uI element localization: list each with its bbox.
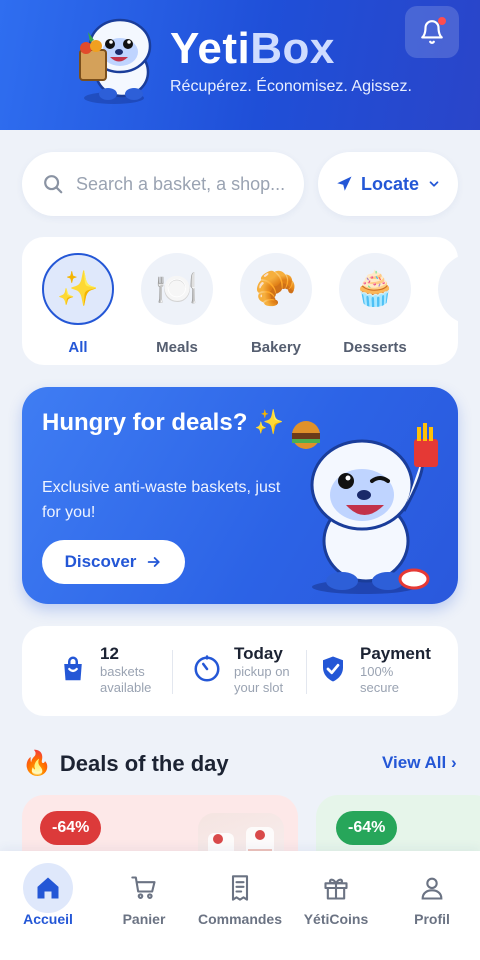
info-line2: available bbox=[100, 680, 152, 695]
home-icon bbox=[23, 863, 73, 913]
discount-badge: -64% bbox=[336, 811, 398, 845]
promo-subtitle: Exclusive anti-waste baskets, just for y… bbox=[42, 479, 281, 521]
divider bbox=[172, 650, 173, 694]
nav-label: Accueil bbox=[23, 911, 73, 927]
bag-icon bbox=[64, 656, 82, 681]
app-header: YetiBox Récupérez. Économisez. Agissez. bbox=[0, 0, 480, 130]
fire-icon: 🔥 bbox=[22, 750, 52, 777]
receipt-icon bbox=[215, 863, 265, 913]
search-bar[interactable] bbox=[22, 152, 304, 216]
cart-icon bbox=[119, 863, 169, 913]
brand-name: YetiBox bbox=[170, 24, 335, 74]
nav-label: Panier bbox=[122, 911, 166, 927]
nav-label: YétiCoins bbox=[303, 911, 369, 927]
shield-check-icon bbox=[323, 656, 343, 682]
info-baskets: 12 baskets available bbox=[58, 644, 151, 696]
sparkles-icon: ✨ bbox=[42, 253, 114, 325]
cupcake-icon: 🧁 bbox=[339, 253, 411, 325]
search-icon bbox=[44, 175, 63, 194]
cup-icon: ☕ bbox=[438, 253, 458, 325]
search-input[interactable] bbox=[76, 173, 296, 195]
category-label: Bakery bbox=[250, 339, 302, 356]
gift-icon bbox=[311, 863, 361, 913]
info-payment: Payment 100% secure bbox=[318, 644, 431, 696]
category-desserts[interactable]: 🧁 Desserts bbox=[339, 253, 411, 356]
discover-label: Discover bbox=[64, 552, 137, 571]
info-line1: 100% bbox=[360, 664, 394, 679]
locate-label: Locate bbox=[360, 173, 420, 194]
nav-label: Profil bbox=[414, 911, 450, 927]
locate-button[interactable]: Locate bbox=[318, 152, 458, 216]
info-title: Today bbox=[234, 644, 283, 663]
deals-header: 🔥 Deals of the day bbox=[22, 749, 229, 778]
arrow-right-icon bbox=[148, 557, 161, 567]
discount-badge: -64% bbox=[40, 811, 102, 845]
info-pickup: Today pickup on your slot bbox=[192, 644, 290, 696]
notifications-button[interactable] bbox=[405, 6, 459, 58]
info-line1: baskets bbox=[100, 664, 145, 679]
info-title: Payment bbox=[360, 644, 431, 663]
croissant-icon: 🥐 bbox=[240, 253, 312, 325]
brand-part-box: Box bbox=[250, 24, 335, 73]
info-title: 12 bbox=[100, 644, 119, 663]
section-title: Deals of the day bbox=[59, 750, 229, 776]
category-bakery[interactable]: 🥐 Bakery bbox=[240, 253, 312, 356]
category-strip: ✨ All 🍽️ Meals 🥐 Bakery 🧁 Desserts ☕ C bbox=[22, 237, 458, 365]
category-meals[interactable]: 🍽️ Meals bbox=[141, 253, 213, 356]
category-label: Desserts bbox=[343, 339, 407, 356]
nav-profil[interactable]: Profil bbox=[384, 863, 480, 927]
category-label: Meals bbox=[156, 339, 198, 356]
nav-label: Commandes bbox=[197, 911, 283, 927]
yeti-logo-mascot bbox=[66, 10, 162, 108]
bottom-navigation: Accueil Panier Commandes YétiCoins Profi… bbox=[0, 851, 480, 960]
category-label: C bbox=[438, 339, 458, 356]
nav-commandes[interactable]: Commandes bbox=[192, 863, 288, 927]
tagline: Récupérez. Économisez. Agissez. bbox=[170, 78, 412, 95]
nav-yeticoins[interactable]: YétiCoins bbox=[288, 863, 384, 927]
info-strip: 12 baskets available Today pickup on you… bbox=[22, 626, 458, 716]
category-partial[interactable]: ☕ C bbox=[438, 253, 458, 356]
info-line2: secure bbox=[360, 680, 400, 695]
info-line1: pickup on bbox=[234, 664, 290, 679]
notification-dot bbox=[438, 17, 446, 25]
discover-button[interactable]: Discover bbox=[42, 540, 185, 584]
navigation-arrow-icon bbox=[337, 176, 352, 191]
promo-banner: Hungry for deals? ✨ Exclusive anti-waste… bbox=[22, 387, 458, 604]
nav-accueil[interactable]: Accueil bbox=[0, 863, 96, 927]
category-all[interactable]: ✨ All bbox=[42, 253, 114, 356]
view-all-link[interactable]: View All › bbox=[382, 753, 457, 773]
info-line2: your slot bbox=[234, 680, 284, 695]
category-label: All bbox=[68, 339, 88, 356]
user-icon bbox=[407, 863, 457, 913]
promo-title: Hungry for deals? ✨ bbox=[42, 409, 284, 436]
clock-icon bbox=[194, 655, 220, 682]
divider bbox=[306, 650, 307, 694]
yeti-mascot-illustration bbox=[286, 401, 456, 597]
brand-part-yeti: Yeti bbox=[170, 24, 251, 73]
nav-panier[interactable]: Panier bbox=[96, 863, 192, 927]
plate-icon: 🍽️ bbox=[141, 253, 213, 325]
chevron-down-icon bbox=[429, 181, 439, 187]
